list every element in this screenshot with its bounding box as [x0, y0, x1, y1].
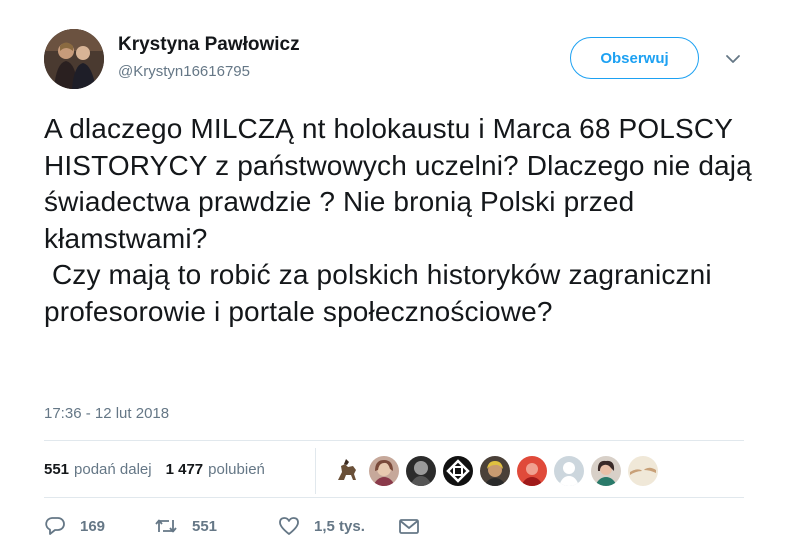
tweet-text: A dlaczego MILCZĄ nt holokaustu i Marca …	[44, 113, 752, 327]
divider	[44, 497, 744, 498]
reply-button[interactable]: 169	[44, 516, 154, 536]
retweet-stat-count: 551	[44, 461, 70, 478]
retweet-count: 551	[192, 517, 218, 535]
like-stat[interactable]: 1 477 polubień	[166, 461, 265, 478]
red-portrait-avatar[interactable]	[517, 456, 547, 486]
reply-count: 169	[80, 517, 106, 535]
liker-avatars	[332, 456, 665, 486]
portrait-avatar[interactable]	[591, 456, 621, 486]
retweet-stat-label: podań dalej	[74, 461, 152, 478]
envelope-icon	[399, 519, 419, 534]
retweet-stat[interactable]: 551 podań dalej	[44, 461, 152, 478]
hands-art-avatar[interactable]	[628, 456, 658, 486]
divider	[44, 440, 744, 441]
follow-button[interactable]: Obserwuj	[570, 37, 699, 79]
author-name[interactable]: Krystyna Pawłowicz	[118, 34, 300, 56]
default-profile-avatar[interactable]	[554, 456, 584, 486]
tweet-actions: 169 551 1,5 tys.	[44, 516, 420, 536]
portrait-avatar[interactable]	[406, 456, 436, 486]
heart-icon	[279, 517, 299, 535]
retweet-icon	[155, 519, 177, 533]
portrait-avatar[interactable]	[480, 456, 510, 486]
direct-message-button[interactable]	[398, 517, 420, 535]
author-avatar[interactable]	[44, 29, 104, 89]
geometric-logo-avatar[interactable]	[443, 456, 473, 486]
like-count: 1,5 tys.	[314, 517, 365, 535]
tweet-timestamp[interactable]: 17:36 - 12 lut 2018	[44, 405, 169, 422]
retweet-button[interactable]: 551	[154, 516, 278, 536]
horse-rider-avatar[interactable]	[332, 456, 362, 486]
like-button[interactable]: 1,5 tys.	[278, 516, 398, 536]
author-handle[interactable]: @Krystyn16616795	[118, 63, 250, 80]
stats-separator	[315, 448, 316, 494]
reply-icon	[45, 517, 65, 535]
like-stat-label: polubień	[208, 461, 265, 478]
portrait-avatar[interactable]	[369, 456, 399, 486]
engagement-stats: 551 podań dalej 1 477 polubień	[44, 461, 279, 478]
like-stat-count: 1 477	[165, 461, 204, 478]
chevron-down-icon[interactable]	[724, 52, 742, 64]
